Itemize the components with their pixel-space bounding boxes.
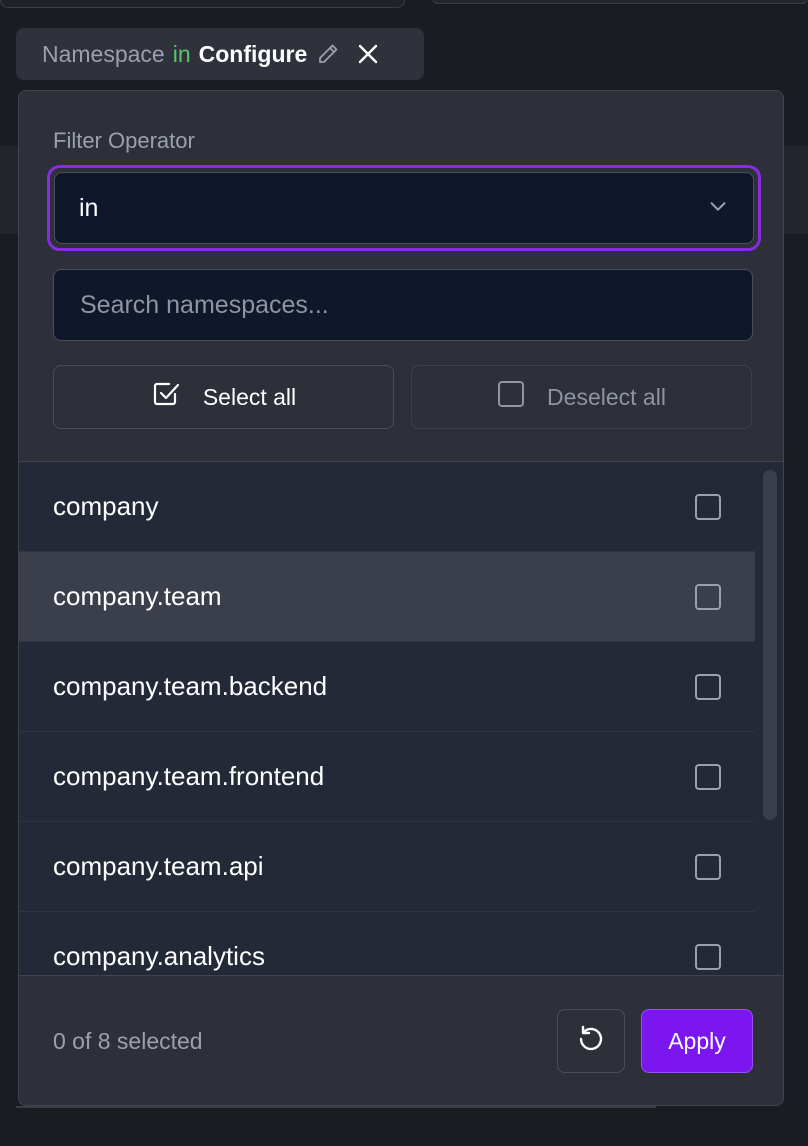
- chip-value: Configure: [198, 40, 308, 67]
- filter-chip[interactable]: Namespace in Configure: [16, 28, 424, 80]
- select-all-label: Select all: [202, 383, 297, 410]
- deselect-all-label: Deselect all: [547, 383, 666, 410]
- list-item[interactable]: company.team: [19, 552, 755, 642]
- background-field: [432, 0, 808, 4]
- list-item[interactable]: company.team.frontend: [19, 732, 755, 822]
- list-item-checkbox[interactable]: [695, 763, 721, 790]
- chevron-down-icon: [707, 195, 729, 222]
- operator-select-value: in: [79, 193, 99, 222]
- deselect-all-button[interactable]: Deselect all: [411, 365, 752, 429]
- filter-operator-label: Filter Operator: [53, 128, 195, 153]
- list-item-label: company.team.api: [53, 851, 264, 881]
- popover-footer: 0 of 8 selected Apply: [19, 975, 783, 1105]
- chip-field-label: Namespace: [42, 40, 165, 67]
- close-icon[interactable]: [355, 41, 381, 67]
- list-item[interactable]: company.team.backend: [19, 642, 755, 732]
- list-item-label: company: [53, 491, 159, 521]
- list-item[interactable]: company.team.api: [19, 822, 755, 912]
- filter-operator-select[interactable]: in: [47, 165, 761, 251]
- list-item[interactable]: company: [19, 462, 755, 552]
- list-item[interactable]: company.analytics: [19, 912, 755, 975]
- namespace-list: company company.team company.team.backen…: [19, 461, 783, 975]
- list-item-label: company.team: [53, 581, 222, 611]
- namespace-filter-popover: Filter Operator in Select all: [18, 90, 784, 1106]
- checkbox-empty-icon: [497, 380, 525, 414]
- background-field: [0, 0, 405, 8]
- list-item-checkbox[interactable]: [695, 673, 721, 700]
- background-divider: [16, 1106, 656, 1108]
- list-scrollbar[interactable]: [763, 470, 777, 820]
- list-item-label: company.analytics: [53, 941, 265, 971]
- list-item-checkbox[interactable]: [695, 493, 721, 520]
- reset-icon: [576, 1024, 606, 1059]
- search-input[interactable]: [80, 290, 726, 320]
- stage: Namespace in Configure Filter Operator i…: [0, 0, 808, 1146]
- list-item-checkbox[interactable]: [695, 943, 721, 970]
- checkbox-checked-icon: [151, 379, 181, 415]
- list-item-label: company.team.frontend: [53, 761, 325, 791]
- apply-button[interactable]: Apply: [641, 1009, 753, 1073]
- reset-button[interactable]: [557, 1009, 625, 1073]
- search-field[interactable]: [53, 269, 753, 341]
- select-all-button[interactable]: Select all: [53, 365, 394, 429]
- selection-count: 0 of 8 selected: [53, 1028, 203, 1054]
- operator-select-box[interactable]: in: [54, 172, 754, 244]
- pencil-icon[interactable]: [315, 41, 341, 67]
- list-item-checkbox[interactable]: [695, 583, 721, 610]
- list-item-checkbox[interactable]: [695, 853, 721, 880]
- list-item-label: company.team.backend: [53, 671, 328, 701]
- chip-operator: in: [172, 40, 191, 67]
